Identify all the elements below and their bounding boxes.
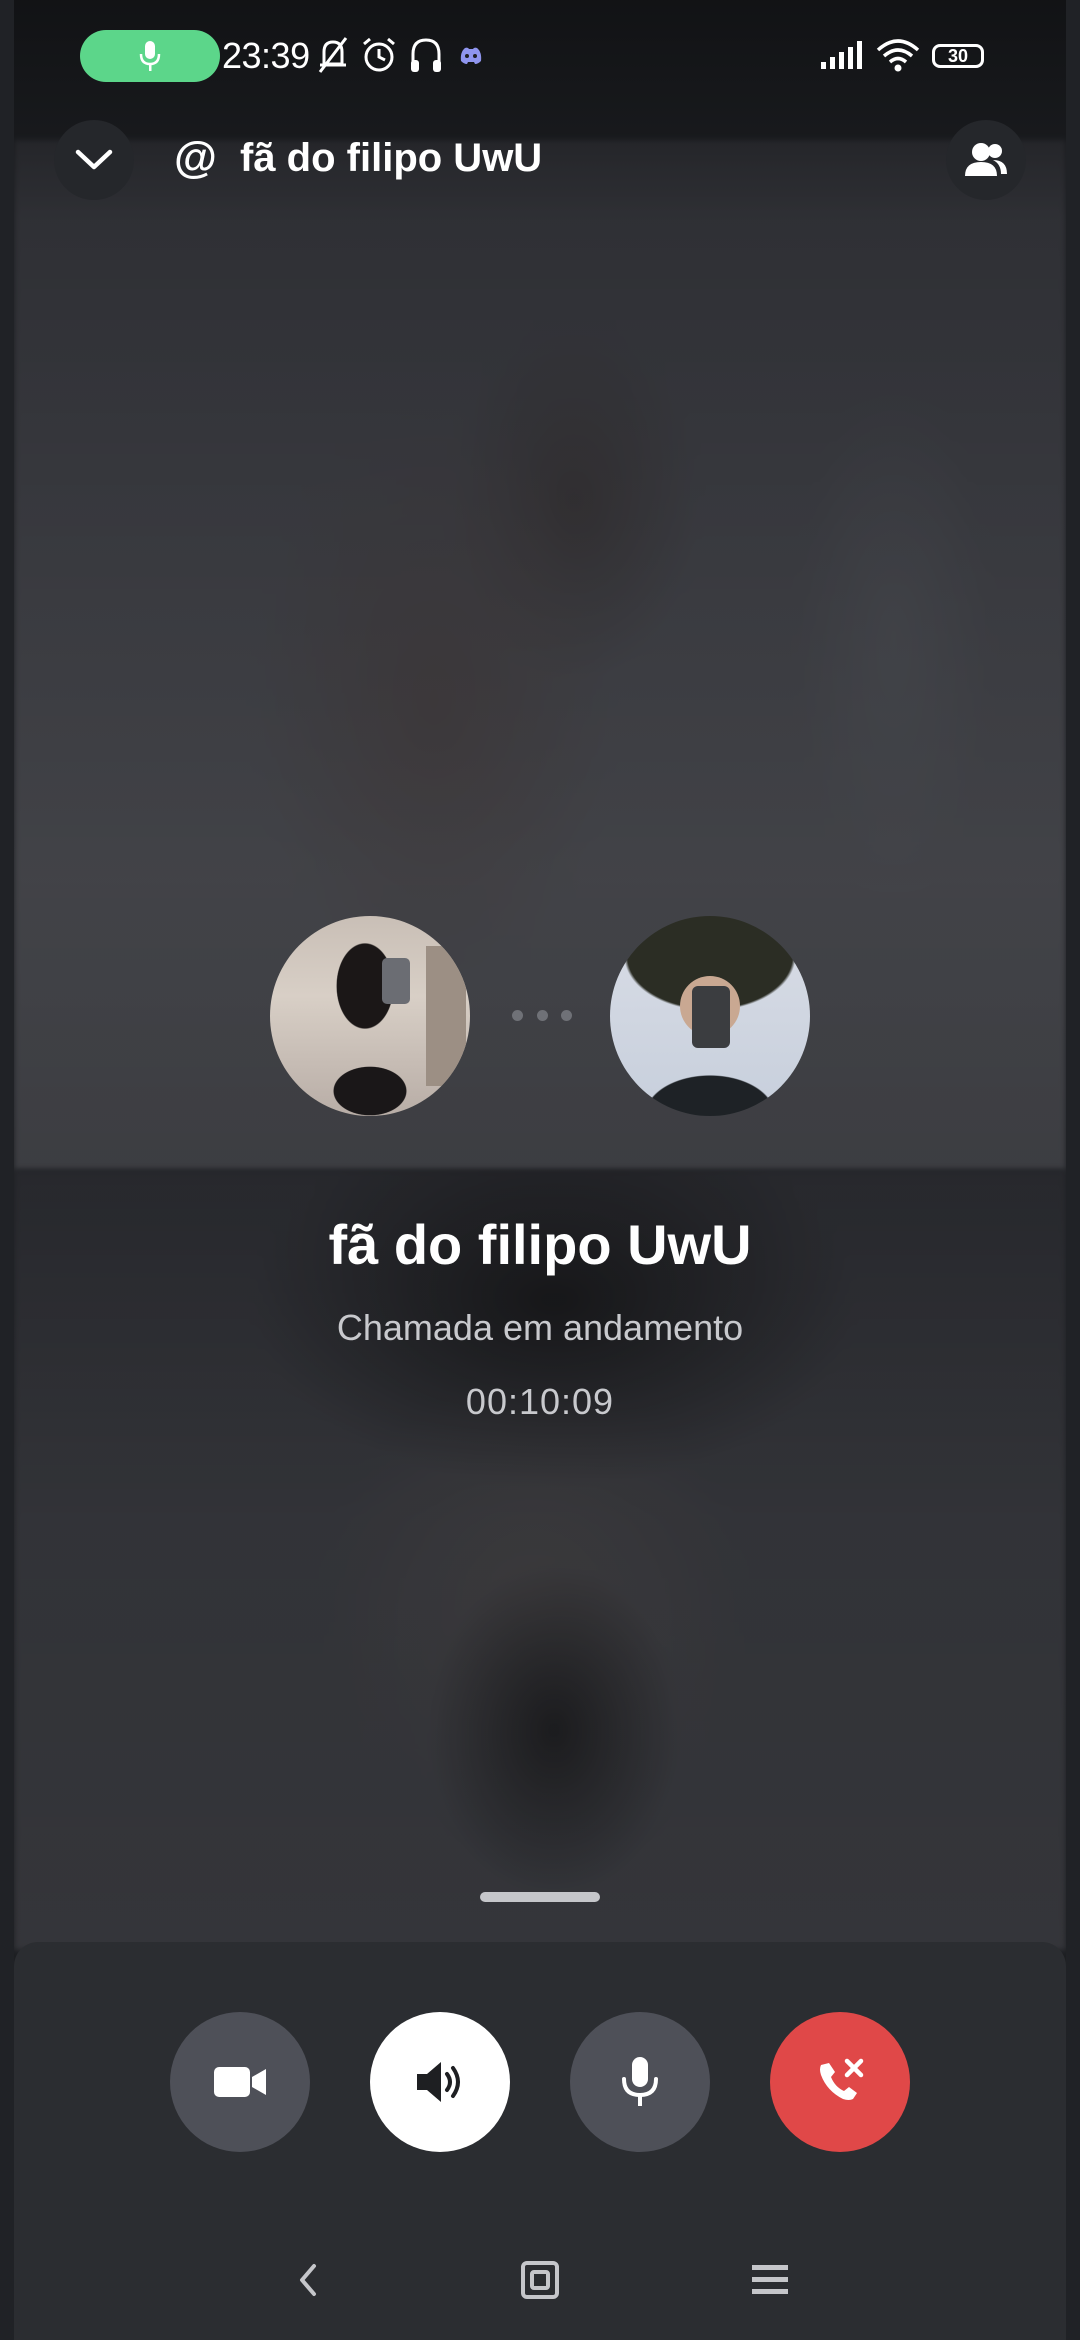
dot (561, 1010, 572, 1021)
mute-bell-icon (318, 37, 348, 73)
menu-icon (752, 2265, 788, 2294)
call-contact-name: fã do filipo UwU (328, 1213, 752, 1276)
status-time: 23:39 (222, 35, 310, 76)
nav-menu-button[interactable] (730, 2250, 810, 2310)
hangup-icon (820, 2058, 864, 2100)
call-status-text: Chamada em andamento (336, 1307, 744, 1348)
camera-button[interactable] (170, 2012, 310, 2152)
signal-icon (821, 41, 862, 69)
connecting-dots (512, 1010, 572, 1024)
nav-back-button[interactable] (268, 2250, 348, 2310)
remote-user-door (426, 946, 466, 1086)
headphones-icon (411, 38, 441, 72)
status-bar: 23:39 30 (0, 0, 1080, 120)
microphone-button[interactable] (570, 2012, 710, 2152)
mic-icon (622, 2057, 658, 2106)
call-title: fã do filipo UwU (240, 136, 543, 180)
sheet-drag-handle[interactable] (480, 1892, 600, 1902)
collapse-button[interactable] (54, 120, 134, 200)
call-screen: 23:39 30 @ fã do filipo UwU fã do filipo… (0, 0, 1080, 2340)
battery-icon: 30 (932, 44, 984, 68)
call-timer: 00:10:09 (465, 1381, 615, 1422)
left-edge (0, 0, 14, 2340)
people-icon (965, 143, 1007, 176)
remote-user-avatar[interactable] (270, 916, 470, 1116)
dot (536, 1010, 548, 1021)
discord-icon (460, 47, 482, 64)
dot (512, 1010, 523, 1021)
local-user-phone (692, 986, 730, 1048)
nav-home-button[interactable] (500, 2250, 580, 2310)
speaker-button[interactable] (370, 2012, 510, 2152)
active-mic-indicator[interactable] (80, 30, 220, 82)
members-button[interactable] (946, 120, 1026, 200)
dm-at-icon: @ (174, 133, 217, 182)
back-icon (300, 2264, 316, 2296)
alarm-icon (363, 37, 395, 72)
chevron-down-icon (75, 149, 113, 170)
wifi-icon (876, 39, 920, 72)
speaker-icon (417, 2062, 460, 2102)
local-user-avatar[interactable] (610, 916, 810, 1116)
end-call-button[interactable] (770, 2012, 910, 2152)
remote-user-phone (382, 958, 410, 1004)
battery-level: 30 (947, 46, 969, 66)
right-edge (1066, 0, 1080, 2340)
call-header: @ fã do filipo UwU (0, 120, 1080, 200)
mic-icon (139, 41, 161, 71)
video-camera-icon (214, 2067, 266, 2097)
home-icon (521, 2261, 559, 2299)
